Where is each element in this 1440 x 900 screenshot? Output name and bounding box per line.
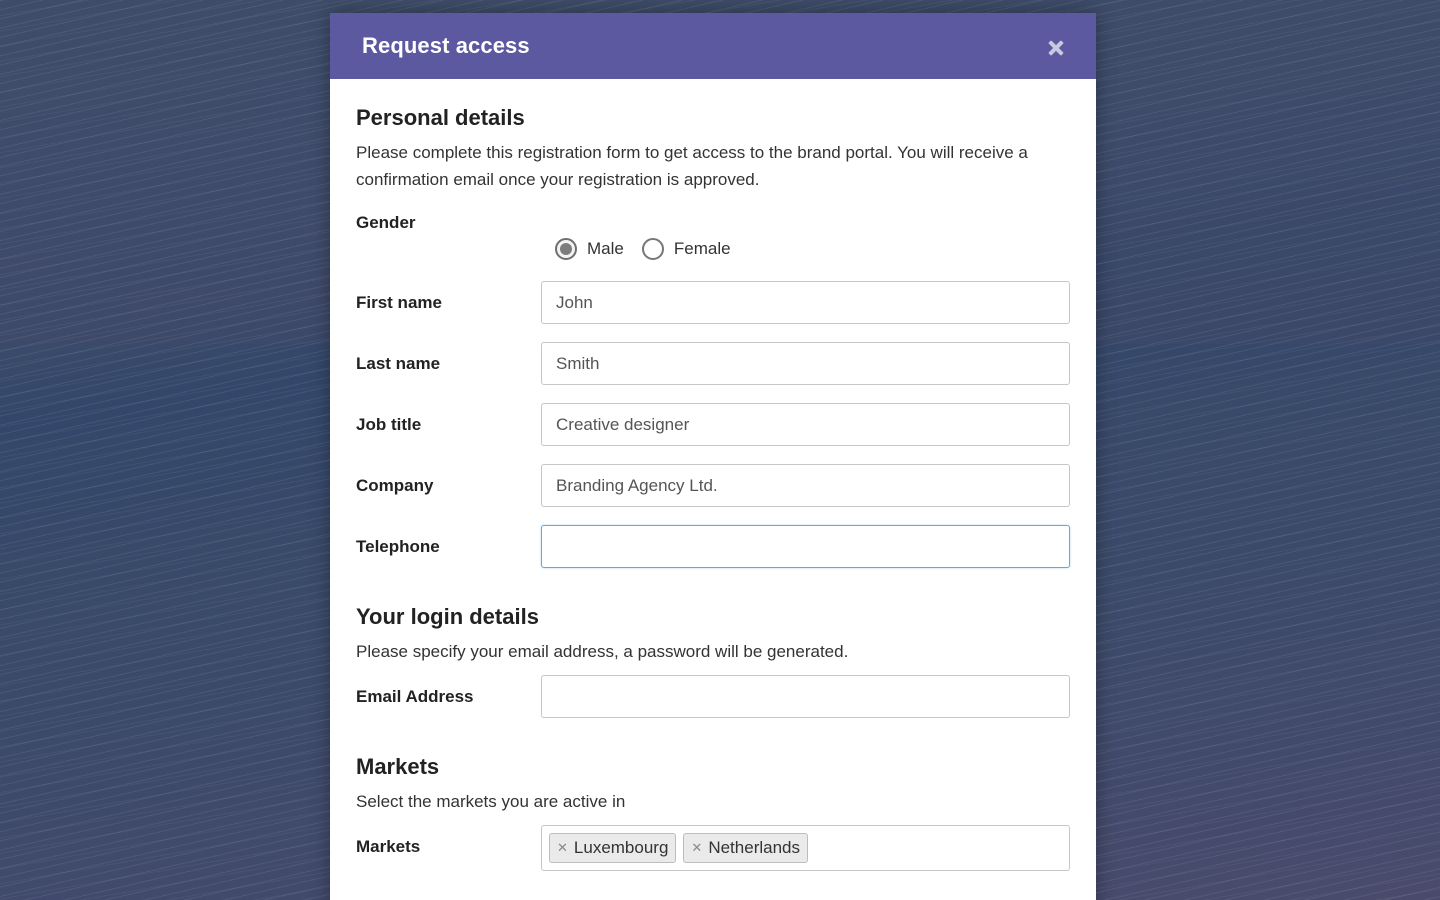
telephone-label: Telephone: [356, 537, 440, 556]
markets-description: Select the markets you are active in: [356, 792, 626, 811]
job-title-field[interactable]: [541, 403, 1070, 446]
first-name-label: First name: [356, 293, 442, 312]
company-row: Company: [356, 464, 1070, 507]
company-field[interactable]: [541, 464, 1070, 507]
personal-details-description: Please complete this registration form t…: [356, 143, 1028, 189]
gender-option-female[interactable]: Female: [641, 238, 731, 260]
market-tag: ✕ Netherlands: [683, 833, 808, 863]
remove-tag-icon[interactable]: ✕: [691, 840, 702, 856]
telephone-field[interactable]: [541, 525, 1070, 568]
last-name-field[interactable]: [541, 342, 1070, 385]
modal-header: Request access: [330, 13, 1096, 79]
modal-title: Request access: [362, 33, 530, 58]
remove-tag-icon[interactable]: ✕: [557, 840, 568, 856]
markets-label: Markets: [356, 837, 421, 856]
radio-female[interactable]: [641, 238, 664, 260]
radio-male[interactable]: [555, 238, 577, 260]
markets-multiselect[interactable]: ✕ Luxembourg ✕ Netherlands: [541, 825, 1070, 871]
login-details-title: Your login details: [356, 604, 539, 629]
market-tag-label: Luxembourg: [573, 838, 669, 857]
radio-male-label: Male: [587, 239, 624, 258]
gender-label: Gender: [356, 213, 416, 232]
gender-row: Gender Male Female: [356, 213, 1070, 273]
job-title-label: Job title: [356, 415, 422, 434]
market-tag-label: Netherlands: [708, 838, 800, 857]
last-name-row: Last name: [356, 342, 1070, 385]
markets-title: Markets: [356, 754, 440, 779]
personal-details-title: Personal details: [356, 105, 525, 130]
telephone-row: Telephone: [356, 525, 1070, 568]
close-icon[interactable]: [1046, 38, 1066, 58]
request-access-modal: Request access Personal details Please c…: [330, 13, 1096, 900]
market-tag: ✕ Luxembourg: [549, 833, 677, 863]
radio-female-label: Female: [673, 239, 731, 258]
email-row: Email Address: [356, 675, 1070, 718]
company-label: Company: [356, 476, 434, 495]
first-name-field[interactable]: [541, 281, 1070, 324]
modal-body: Personal details Please complete this re…: [330, 105, 1096, 871]
markets-row: Markets ✕ Luxembourg ✕ Netherlands: [356, 825, 1070, 871]
gender-option-male[interactable]: Male: [555, 238, 624, 260]
last-name-label: Last name: [356, 354, 441, 373]
gender-radio-group: Male Female: [555, 225, 749, 273]
job-title-row: Job title: [356, 403, 1070, 446]
email-field[interactable]: [541, 675, 1070, 718]
first-name-row: First name: [356, 281, 1070, 324]
login-details-description: Please specify your email address, a pas…: [356, 642, 849, 661]
email-label: Email Address: [356, 687, 474, 706]
